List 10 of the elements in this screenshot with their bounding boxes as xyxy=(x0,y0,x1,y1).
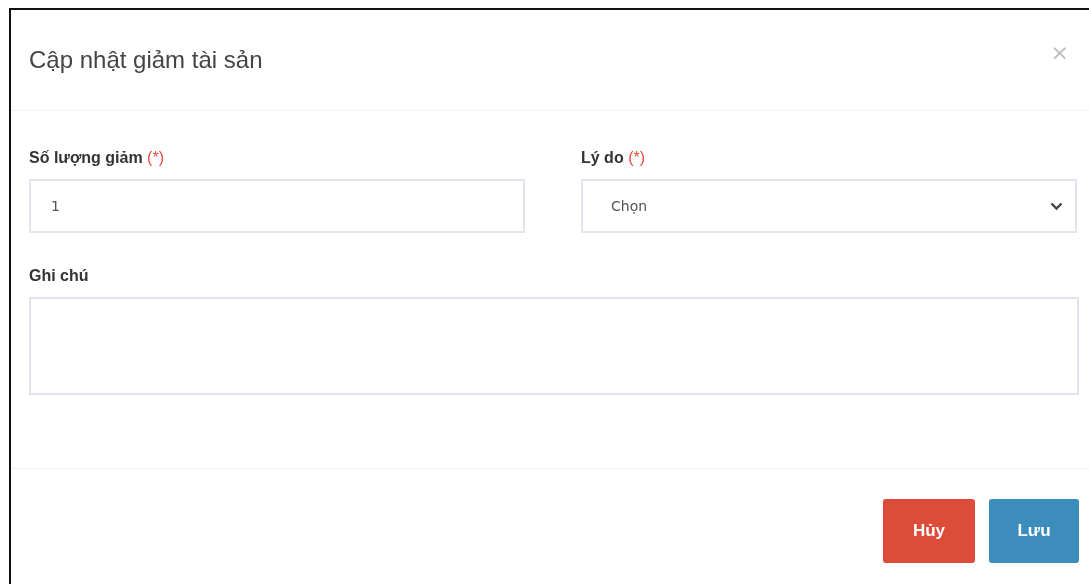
quantity-input[interactable]: 1 xyxy=(29,179,525,233)
dialog-title: Cập nhật giảm tài sản xyxy=(29,46,263,74)
chevron-down-icon xyxy=(1050,201,1063,211)
save-button[interactable]: Lưu xyxy=(989,499,1079,563)
cancel-button[interactable]: Hủy xyxy=(883,499,975,563)
field-label: Lý do (*) xyxy=(581,149,646,167)
field-label: Ghi chú xyxy=(29,267,90,285)
field-label: Số lượng giảm (*) xyxy=(29,149,165,167)
reason-select[interactable]: Chọn xyxy=(581,179,1077,233)
note-textarea[interactable] xyxy=(29,297,1079,395)
